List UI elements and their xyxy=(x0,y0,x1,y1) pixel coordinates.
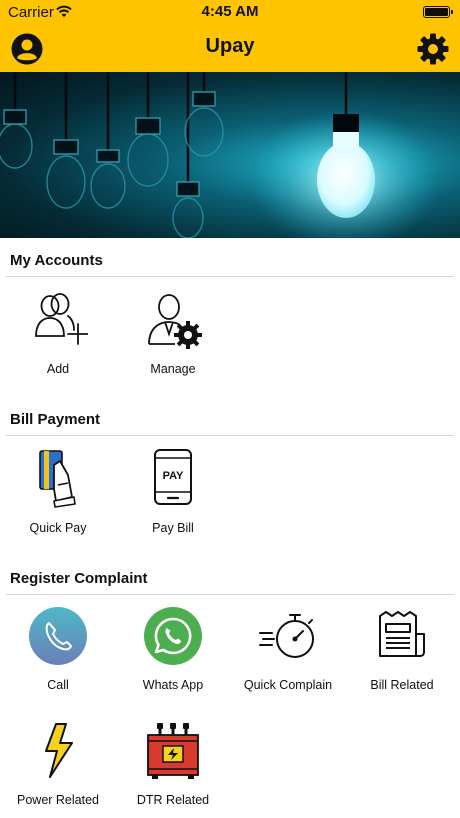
tile-label: Manage xyxy=(150,362,196,376)
tile-label: Call xyxy=(47,678,69,692)
nav-bar: Upay xyxy=(0,24,460,72)
page-title: Upay xyxy=(205,35,255,57)
tile-label: Pay Bill xyxy=(152,521,194,535)
divider xyxy=(6,594,454,595)
stopwatch-icon xyxy=(259,614,314,658)
card-pay-icon xyxy=(39,450,76,508)
manage-account-tile[interactable]: Manage xyxy=(116,290,230,390)
tile-label: Whats App xyxy=(142,678,204,692)
phone-pay-icon: PAY xyxy=(154,449,192,505)
tile-label: Power Related xyxy=(17,793,99,807)
section-title-accounts: My Accounts xyxy=(10,252,103,269)
transformer-icon xyxy=(147,723,199,779)
power-related-tile[interactable]: Power Related xyxy=(1,721,115,818)
svg-text:PAY: PAY xyxy=(163,470,184,482)
call-tile[interactable]: Call xyxy=(1,606,115,706)
newspaper-icon xyxy=(379,611,425,657)
quick-complain-tile[interactable]: Quick Complain xyxy=(231,606,345,706)
banner-image xyxy=(0,72,460,238)
battery-icon xyxy=(423,6,453,18)
tile-label: Add xyxy=(46,362,70,376)
tile-label: Quick Complain xyxy=(243,678,333,692)
quick-pay-tile[interactable]: Quick Pay xyxy=(1,449,115,549)
whatsapp-icon xyxy=(144,607,202,665)
divider xyxy=(6,276,454,277)
status-bar: Carrier 4:45 AM xyxy=(0,0,460,24)
whatsapp-tile[interactable]: Whats App xyxy=(116,606,230,706)
settings-icon xyxy=(417,33,449,65)
section-title-bill: Bill Payment xyxy=(10,411,101,428)
dtr-related-tile[interactable]: DTR Related xyxy=(116,721,230,818)
pay-bill-tile[interactable]: PAY Pay Bill xyxy=(116,449,230,549)
add-account-tile[interactable]: Add xyxy=(1,290,115,390)
divider xyxy=(6,435,454,436)
manage-user-icon xyxy=(148,294,202,349)
add-user-icon xyxy=(35,293,88,345)
settings-button[interactable] xyxy=(416,32,450,66)
lightning-icon xyxy=(45,723,73,778)
tile-label: Quick Pay xyxy=(29,521,87,535)
status-time: 4:45 AM xyxy=(201,3,259,20)
section-title-complaint: Register Complaint xyxy=(10,570,148,587)
tile-label: Bill Related xyxy=(370,678,434,692)
phone-call-icon xyxy=(29,607,87,665)
bill-related-tile[interactable]: Bill Related xyxy=(345,606,459,706)
light-bulbs-image xyxy=(0,72,440,238)
tile-label: DTR Related xyxy=(136,793,210,807)
